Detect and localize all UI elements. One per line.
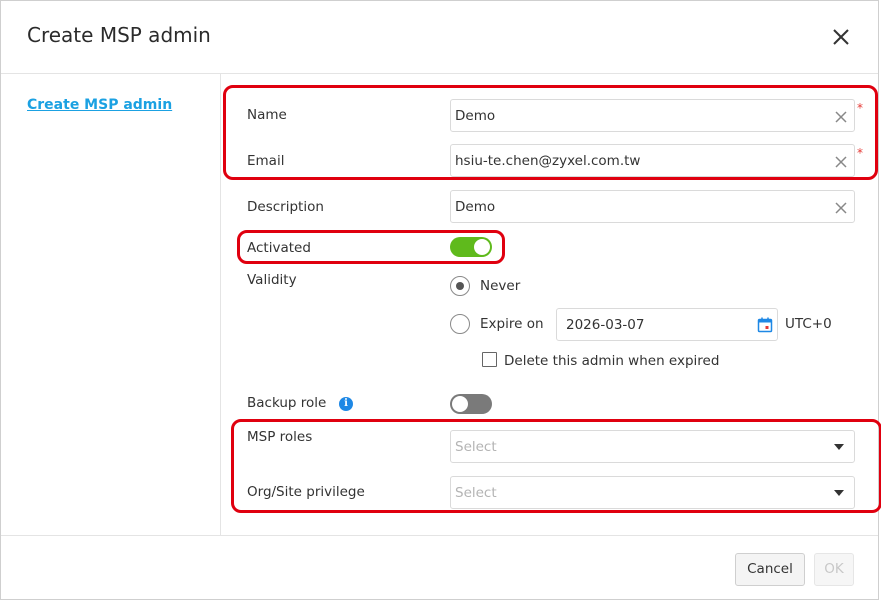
description-input[interactable]: Demo xyxy=(450,190,855,223)
msp-roles-select[interactable]: Select xyxy=(450,430,855,463)
expire-date-value: 2026-03-07 xyxy=(566,317,645,333)
activated-toggle[interactable] xyxy=(450,237,492,257)
description-input-value: Demo xyxy=(455,199,496,215)
dialog-title: Create MSP admin xyxy=(27,23,211,47)
close-icon[interactable] xyxy=(829,25,853,49)
clear-icon[interactable] xyxy=(834,200,848,214)
validity-never-label: Never xyxy=(480,278,521,294)
email-label: Email xyxy=(247,153,285,169)
backup-role-toggle[interactable] xyxy=(450,394,492,414)
info-icon[interactable]: i xyxy=(339,397,353,411)
validity-expire-radio[interactable] xyxy=(450,314,470,334)
org-site-privilege-select[interactable]: Select xyxy=(450,476,855,509)
expire-date-input[interactable]: 2026-03-07 xyxy=(556,308,778,341)
sidebar: Create MSP admin xyxy=(1,73,221,535)
ok-button[interactable]: OK xyxy=(814,553,854,586)
msp-roles-placeholder: Select xyxy=(455,439,497,455)
backup-role-label: Backup role xyxy=(247,395,327,411)
org-site-privilege-placeholder: Select xyxy=(455,485,497,501)
dialog-footer: Cancel OK xyxy=(1,535,878,602)
required-mark: * xyxy=(857,146,863,160)
clear-icon[interactable] xyxy=(834,154,848,168)
email-input[interactable]: hsiu-te.chen@zyxel.com.tw xyxy=(450,144,855,177)
validity-label: Validity xyxy=(247,272,297,288)
toggle-knob xyxy=(474,239,490,255)
name-input-value: Demo xyxy=(455,108,496,124)
name-input[interactable]: Demo xyxy=(450,99,855,132)
create-msp-admin-dialog: Create MSP admin Create MSP admin Name D… xyxy=(0,0,881,602)
delete-when-expired-checkbox[interactable] xyxy=(482,352,497,367)
description-label: Description xyxy=(247,199,324,215)
org-site-privilege-label: Org/Site privilege xyxy=(247,484,365,500)
chevron-down-icon[interactable] xyxy=(834,490,844,496)
validity-expire-label: Expire on xyxy=(480,316,544,332)
clear-icon[interactable] xyxy=(834,109,848,123)
calendar-icon[interactable] xyxy=(757,317,773,333)
msp-roles-label: MSP roles xyxy=(247,429,313,445)
name-label: Name xyxy=(247,107,287,123)
chevron-down-icon[interactable] xyxy=(834,444,844,450)
email-input-value: hsiu-te.chen@zyxel.com.tw xyxy=(455,153,641,169)
timezone-label: UTC+0 xyxy=(785,316,832,332)
toggle-knob xyxy=(452,396,468,412)
required-mark: * xyxy=(857,101,863,115)
sidebar-item-create-msp-admin[interactable]: Create MSP admin xyxy=(27,97,172,113)
activated-label: Activated xyxy=(247,240,311,256)
delete-when-expired-label: Delete this admin when expired xyxy=(504,353,720,369)
validity-never-radio[interactable] xyxy=(450,276,470,296)
cancel-button[interactable]: Cancel xyxy=(735,553,805,586)
dialog-header: Create MSP admin xyxy=(1,1,878,74)
